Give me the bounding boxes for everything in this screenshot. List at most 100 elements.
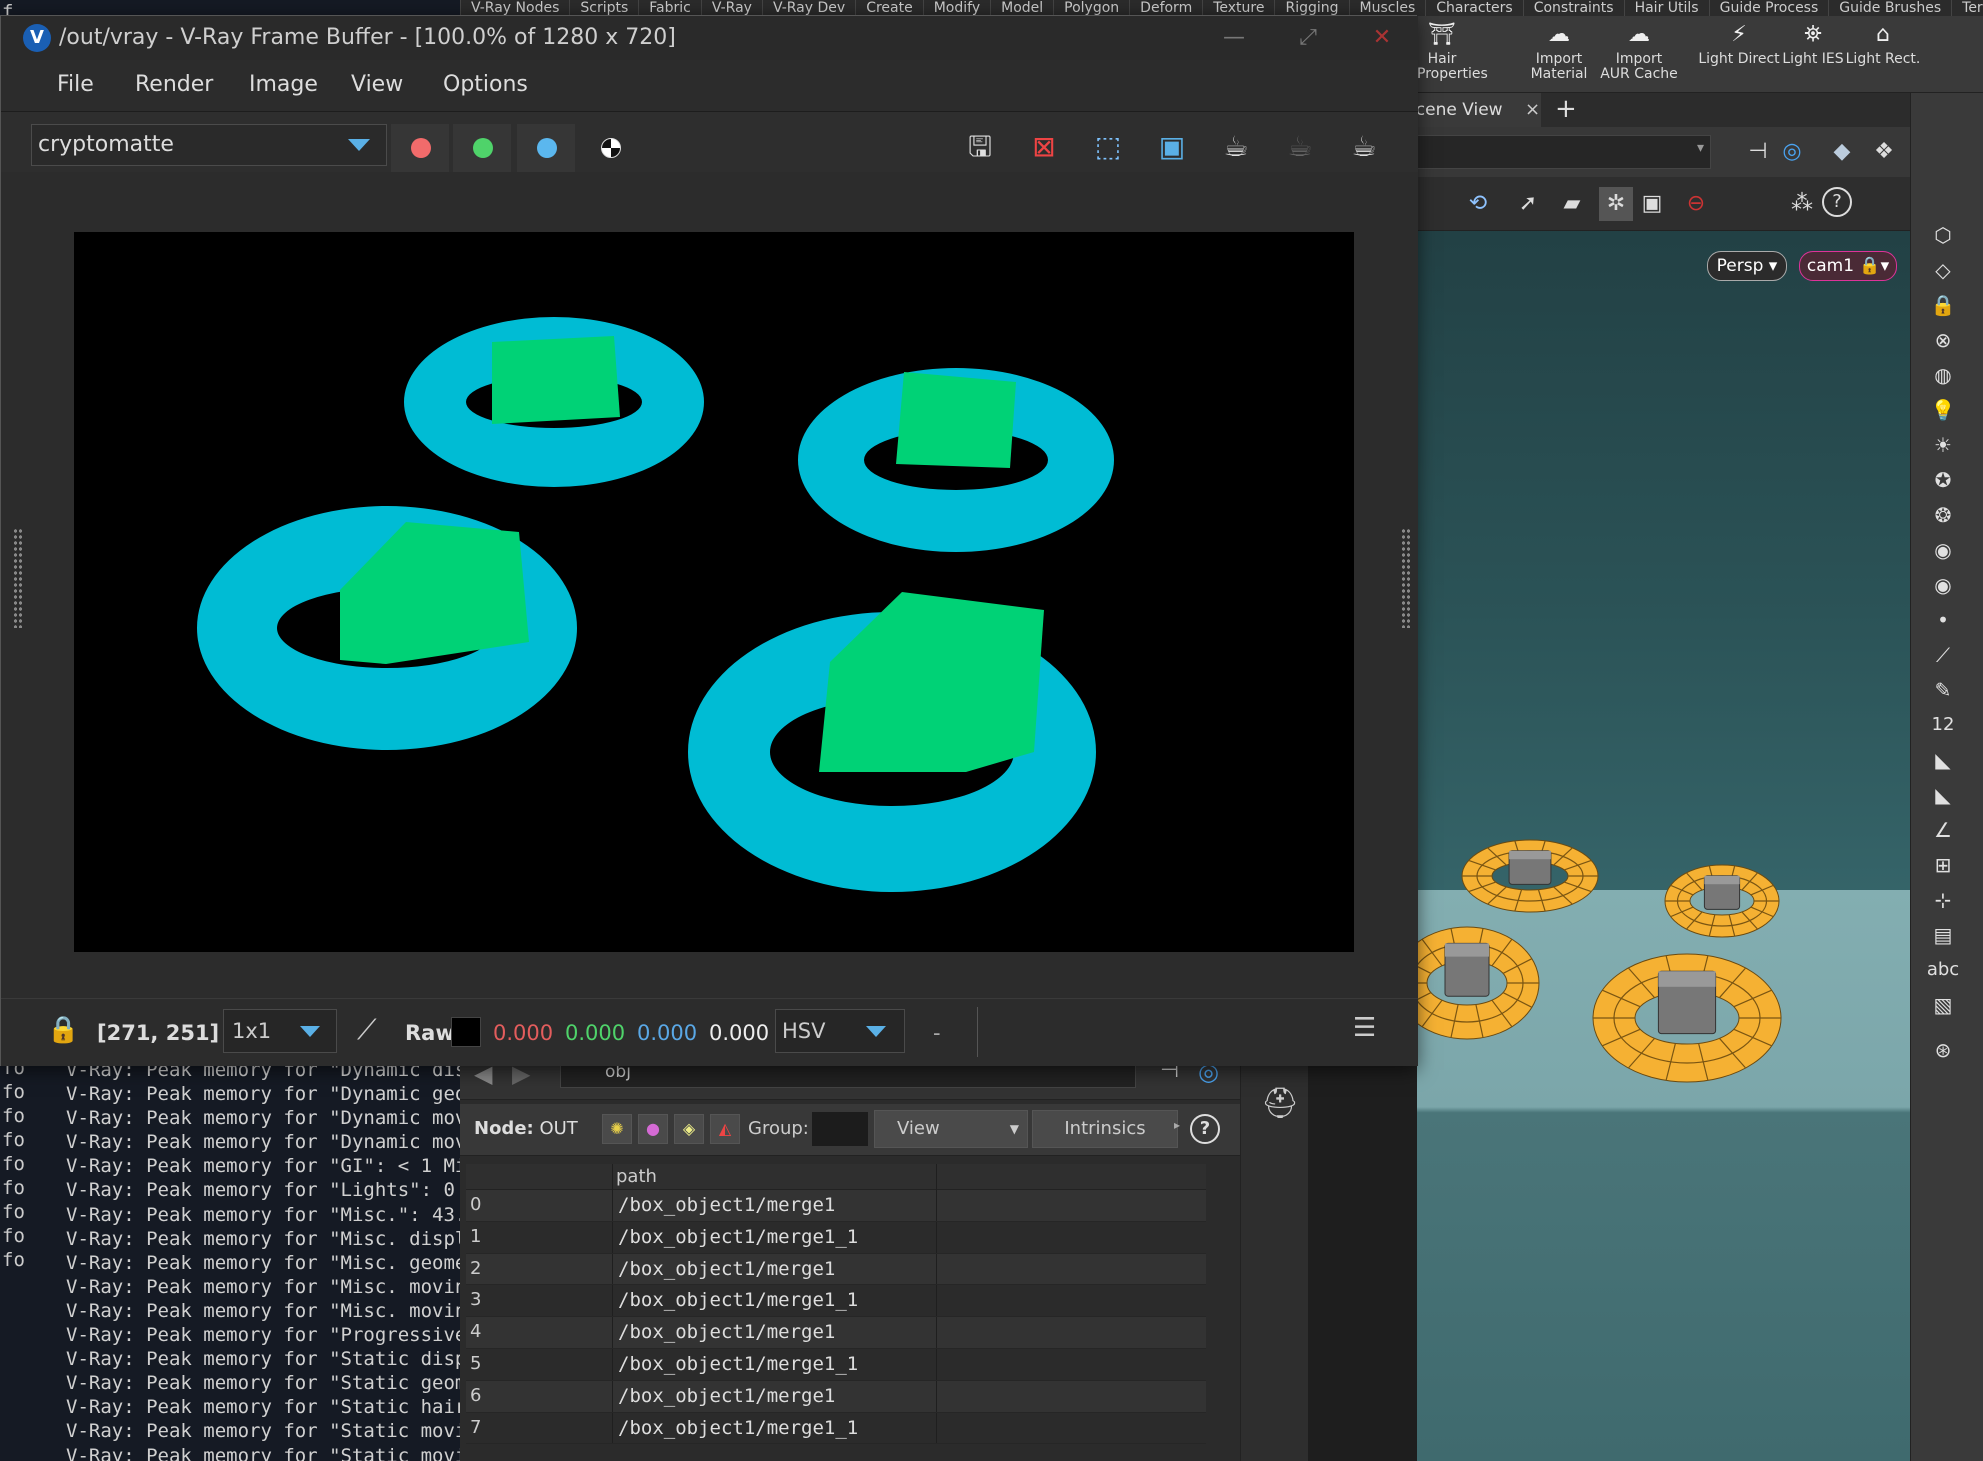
point-light-icon[interactable]: ✪ — [1923, 462, 1963, 498]
arrow-right-icon[interactable]: ▸ — [1174, 1118, 1180, 1132]
curve-icon[interactable]: ⟋ — [357, 1013, 377, 1047]
render-canvas-area[interactable] — [1, 172, 1418, 998]
view-dropdown[interactable]: View ▼ — [874, 1110, 1028, 1148]
shelf-tab[interactable]: Modify — [922, 0, 990, 16]
colorspace-dropdown[interactable]: HSV — [775, 1009, 905, 1053]
table-row[interactable]: 4/box_object1/merge1 — [466, 1317, 1206, 1349]
pin-icon[interactable]: ⊛ — [1923, 1032, 1963, 1068]
wireframe-torus[interactable] — [1417, 926, 1540, 1040]
text-icon[interactable]: abc — [1923, 952, 1963, 988]
sample-size-dropdown[interactable]: 1x1 — [223, 1009, 337, 1053]
lock-icon[interactable]: 🔒 — [1923, 287, 1963, 323]
wireframe-torus[interactable] — [1461, 839, 1599, 913]
node-icon[interactable]: ⊹ — [1923, 882, 1963, 918]
maximize-icon[interactable]: ⤢ — [1285, 16, 1331, 60]
grid-icon[interactable]: ⊞ — [1923, 847, 1963, 883]
points-icon[interactable]: ✺ — [602, 1114, 632, 1144]
detail-icon[interactable]: ◭ — [710, 1114, 740, 1144]
shelf-tab[interactable]: Hair Utils — [1623, 0, 1709, 16]
save-image-icon[interactable]: 🖫 — [957, 124, 1003, 170]
shelf-tab[interactable]: V-Ray Dev — [761, 0, 855, 16]
table-row[interactable]: 0/box_object1/merge1 — [466, 1190, 1206, 1222]
layers-icon[interactable]: ⬡ — [1923, 217, 1963, 253]
menu-view[interactable]: View — [351, 72, 403, 97]
track-mouse-icon[interactable]: ▣ — [1149, 124, 1195, 170]
clear-image-icon[interactable]: ⊠ — [1021, 124, 1067, 170]
shelf-tool[interactable]: ⚡ Light Direct — [1697, 20, 1781, 67]
brush-icon[interactable]: ⟋ — [1923, 637, 1963, 673]
green-channel-button[interactable] — [453, 124, 511, 172]
angle-icon[interactable]: ∠ — [1923, 812, 1963, 848]
alpha-channel-button[interactable] — [581, 124, 639, 172]
shelf-tab[interactable]: Create — [855, 0, 923, 16]
shelf-tab[interactable]: Polygon — [1053, 0, 1129, 16]
menu-render[interactable]: Render — [135, 72, 213, 97]
log-panel-icon[interactable]: ☰ — [1353, 1013, 1376, 1043]
intrinsics-button[interactable]: Intrinsics — [1032, 1110, 1178, 1148]
image-icon[interactable]: ▧ — [1923, 987, 1963, 1023]
number-icon[interactable]: 12 — [1923, 707, 1963, 743]
wireframe-torus[interactable] — [1592, 953, 1782, 1083]
lamp-icon[interactable]: ⛑ — [1261, 1086, 1299, 1121]
menu-file[interactable]: File — [57, 72, 94, 97]
pen-icon[interactable]: ✎ — [1923, 672, 1963, 708]
shelf-tab[interactable]: V-Ray — [700, 0, 762, 16]
primitives-icon[interactable]: ◈ — [674, 1114, 704, 1144]
shelf-tab[interactable]: Guide Brushes — [1828, 0, 1951, 16]
cone-icon[interactable]: ◣ — [1923, 777, 1963, 813]
shelf-tab[interactable]: Constraints — [1522, 0, 1624, 16]
shelf-tab[interactable]: Scripts — [569, 0, 638, 16]
shelf-tab[interactable]: V-Ray Nodes — [460, 0, 569, 16]
left-panel-grip[interactable] — [13, 528, 23, 628]
render-image[interactable] — [74, 232, 1354, 952]
shelf-tab[interactable]: Deform — [1129, 0, 1202, 16]
sun-light-icon[interactable]: ☀ — [1923, 427, 1963, 463]
shelf-tool[interactable]: ⛩ Hair Properties — [1417, 20, 1488, 82]
table-row[interactable]: 1/box_object1/merge1_1 — [466, 1221, 1206, 1254]
minimize-icon[interactable]: — — [1211, 16, 1257, 60]
vray-frame-buffer-window[interactable]: V /out/vray - V-Ray Frame Buffer - [100.… — [0, 15, 1418, 1066]
right-panel-grip[interactable] — [1401, 528, 1411, 628]
scene-viewport[interactable]: Scene View × + ▾ ⊣ ◎ ◆ ❖ ⟲ ➚ ▰ ✲ ▣ ⊖ ⁂ ?… — [1405, 93, 1983, 1461]
table-row[interactable]: 3/box_object1/merge1_1 — [466, 1285, 1206, 1318]
help-button[interactable]: ? — [1190, 1114, 1220, 1144]
shelf-tab[interactable]: Model — [990, 0, 1053, 16]
shelf-tab[interactable]: Terrain FX — [1951, 0, 1983, 16]
render-icon[interactable]: ☕ — [1341, 124, 1387, 170]
shelf-tab[interactable]: Muscles — [1348, 0, 1426, 16]
close-icon[interactable]: ✕ — [1359, 16, 1405, 60]
camera-icon[interactable]: ◉ — [1923, 532, 1963, 568]
menu-options[interactable]: Options — [443, 72, 528, 97]
shelf-tab[interactable]: Guide Process — [1708, 0, 1829, 16]
vertices-icon[interactable]: ● — [638, 1114, 668, 1144]
cone-icon[interactable]: ◣ — [1923, 742, 1963, 778]
lock-pixel-icon[interactable]: 🔒 — [47, 1015, 79, 1045]
table-row[interactable]: 5/box_object1/merge1_1 — [466, 1348, 1206, 1381]
shelf-tab[interactable]: Rigging — [1274, 0, 1348, 16]
region-render-icon[interactable]: ⬚ — [1085, 124, 1131, 170]
render-layer-dropdown[interactable]: cryptomatte — [31, 124, 387, 166]
shelf-tab[interactable]: Characters — [1425, 0, 1522, 16]
interactive-render-icon[interactable]: ☕ — [1213, 124, 1259, 170]
box-icon[interactable]: ▤ — [1923, 917, 1963, 953]
shelf-tab[interactable]: Fabric — [638, 0, 701, 16]
shelf-tab[interactable]: Texture — [1202, 0, 1274, 16]
light-icon[interactable]: 💡 — [1923, 392, 1963, 428]
shelf-tool[interactable]: ☁ Import AUR Cache — [1597, 20, 1681, 82]
table-row[interactable]: 6/box_object1/merge1 — [466, 1380, 1206, 1413]
table-row[interactable]: 7/box_object1/merge1_1 — [466, 1412, 1206, 1445]
menu-image[interactable]: Image — [249, 72, 318, 97]
shelf-tool[interactable]: ⌂ Light Rect. — [1841, 20, 1925, 67]
vfb-title-bar[interactable]: V /out/vray - V-Ray Frame Buffer - [100.… — [1, 16, 1418, 60]
wireframe-torus[interactable] — [1664, 864, 1780, 938]
table-row[interactable]: 2/box_object1/merge1 — [466, 1253, 1206, 1286]
ghost-icon[interactable]: ⊗ — [1923, 322, 1963, 358]
shelf-tool[interactable]: ☁ Import Material — [1517, 20, 1601, 82]
sphere-icon[interactable]: ❂ — [1923, 497, 1963, 533]
dot-icon[interactable]: • — [1923, 602, 1963, 638]
stop-render-icon[interactable]: ☕ — [1277, 124, 1323, 170]
dome-light-icon[interactable]: ◍ — [1923, 357, 1963, 393]
red-channel-button[interactable] — [391, 124, 449, 172]
column-header-path[interactable]: path — [616, 1166, 657, 1187]
geometry-icon[interactable]: ◇ — [1923, 252, 1963, 288]
